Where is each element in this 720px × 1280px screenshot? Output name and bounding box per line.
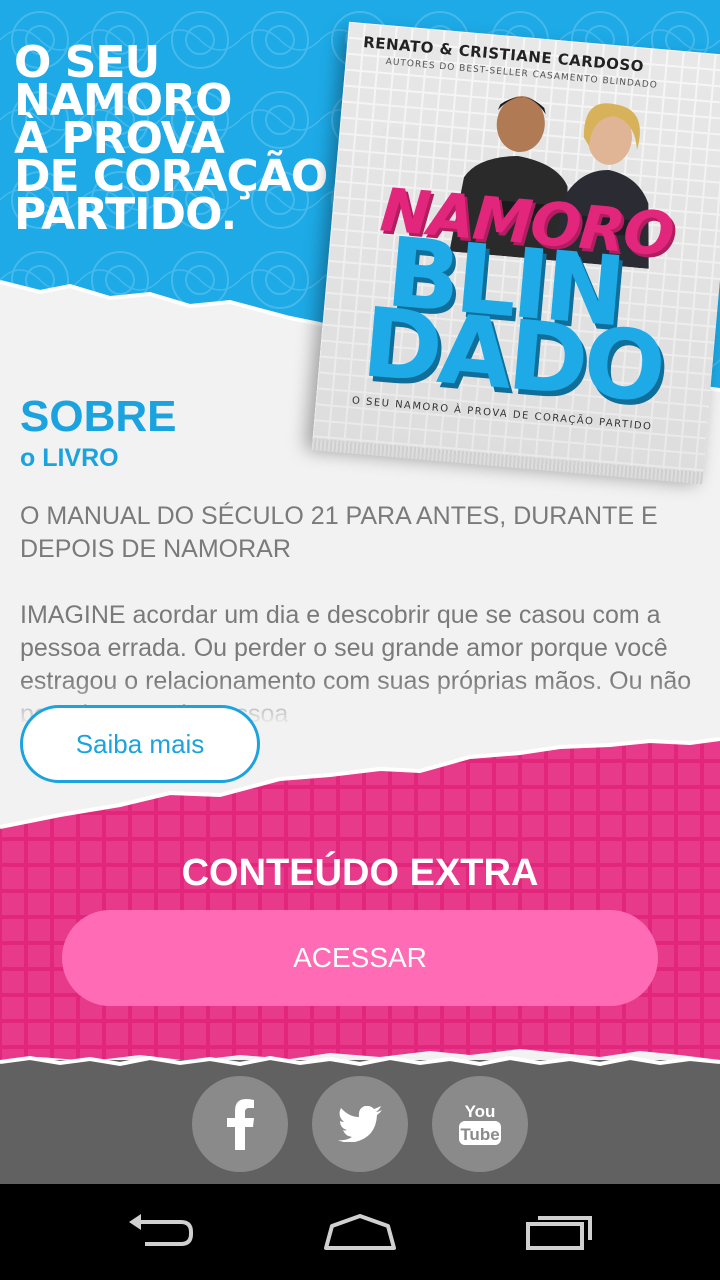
twitter-button[interactable] [312,1076,408,1172]
extra-background [0,737,720,1063]
torn-edge-bottom [0,1055,720,1067]
about-title: SOBRE [20,392,177,441]
about-subtitle: o LIVRO [20,444,119,472]
extra-content-title: CONTEÚDO EXTRA [181,852,539,894]
recents-button[interactable] [500,1200,620,1264]
youtube-icon-tube: Tube [460,1125,499,1144]
hero-headline: O SEU NAMORO À PROVA DE CORAÇÃO PARTIDO. [14,37,328,240]
back-button[interactable] [100,1200,220,1264]
youtube-icon: You Tube [459,1102,501,1145]
youtube-button[interactable]: You Tube [432,1076,528,1172]
recents-icon [526,1216,592,1250]
acessar-button[interactable]: ACESSAR [62,910,658,1006]
facebook-button[interactable] [192,1076,288,1172]
extra-content-section [0,735,720,1065]
youtube-icon-you: You [465,1102,496,1121]
back-icon [129,1214,193,1246]
about-paragraph-1: O MANUAL DO SÉCULO 21 PARA ANTES, DURANT… [20,502,658,563]
home-button[interactable] [300,1200,420,1264]
home-icon [324,1214,396,1250]
book-cover-image: RENATO & CRISTIANE CARDOSO AUTORES DO BE… [311,21,720,485]
twitter-icon [338,1106,382,1142]
facebook-icon [227,1099,254,1150]
saiba-mais-button[interactable]: Saiba mais [20,705,260,783]
